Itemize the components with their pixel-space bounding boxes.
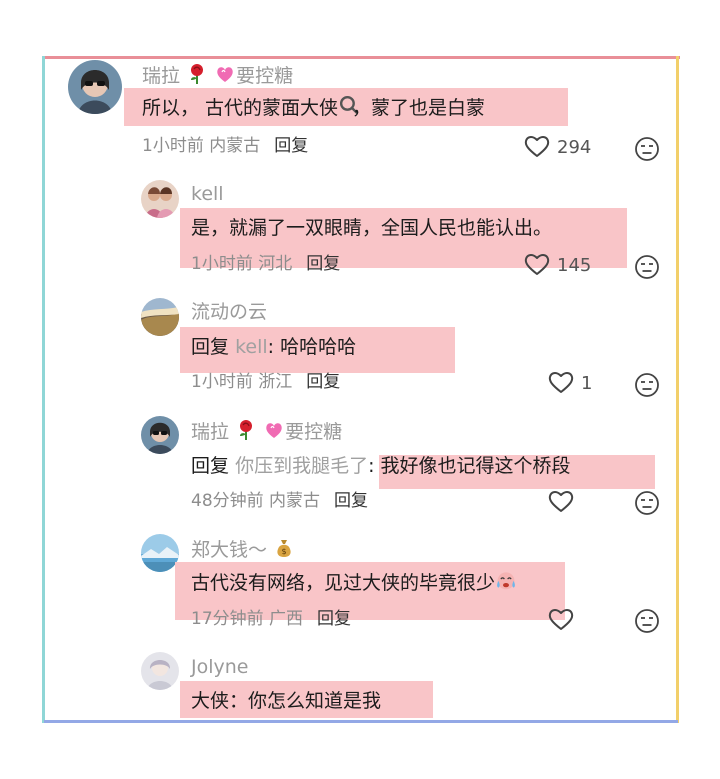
like-button[interactable] — [547, 488, 581, 518]
comment-text: 回复 你压到我腿毛了: 我好像也记得这个桥段 — [191, 455, 571, 477]
comment-time: 1小时前 — [191, 372, 253, 392]
reply-button[interactable]: 回复 — [274, 136, 308, 156]
comment-meta: 1小时前 内蒙古 回复 — [142, 135, 308, 157]
comment-username[interactable]: 瑞拉 要控糖 — [191, 419, 342, 444]
comment-text: 大侠：你怎么知道是我 — [191, 690, 382, 712]
unamused-face-icon — [635, 491, 659, 515]
like-button[interactable]: 145 — [523, 251, 591, 281]
comment-location: 浙江 — [258, 372, 293, 392]
comment-text: 是，就漏了一双眼睛，全国人民也能认出。 — [191, 217, 553, 239]
magnifier-icon — [338, 94, 359, 115]
avatar[interactable] — [141, 534, 179, 572]
unamused-face-icon — [635, 137, 659, 161]
avatar[interactable] — [141, 416, 179, 454]
comment-username[interactable]: 瑞拉 要控糖 — [142, 63, 293, 88]
heart-outline-icon — [547, 606, 575, 636]
comment-meta: 1小时前 河北 回复 — [191, 253, 340, 275]
sparkling-heart-emoji — [263, 419, 285, 441]
sparkling-heart-emoji — [214, 63, 236, 85]
comment-username[interactable]: 流动の云 — [191, 300, 267, 324]
comment-text: 回复 kell: 哈哈哈哈 — [191, 336, 357, 358]
comment-location: 河北 — [258, 254, 293, 274]
comment-location: 内蒙古 — [269, 491, 321, 511]
reply-target[interactable]: kell — [235, 336, 268, 358]
dislike-button[interactable] — [634, 490, 660, 516]
like-button[interactable]: 294 — [523, 133, 591, 163]
comment-text: 所以， 古代的蒙面大侠 ，蒙了也是白蒙 — [142, 94, 485, 122]
rose-emoji — [235, 419, 257, 441]
comment-text: 古代没有网络，见过大侠的毕竟很少 — [191, 569, 521, 597]
frame-top-border — [44, 56, 680, 59]
comment-location: 广西 — [269, 609, 304, 629]
avatar[interactable] — [68, 60, 122, 114]
reply-button[interactable]: 回复 — [306, 254, 340, 274]
unamused-face-icon — [635, 609, 659, 633]
frame-left-border — [42, 56, 45, 723]
comment-meta: 48分钟前 内蒙古 回复 — [191, 490, 368, 512]
comment-time: 17分钟前 — [191, 609, 264, 629]
heart-outline-icon — [523, 251, 551, 281]
unamused-face-icon — [635, 255, 659, 279]
comment-username[interactable]: kell — [191, 182, 224, 206]
reply-button[interactable]: 回复 — [306, 372, 340, 392]
frame-bottom-border — [44, 720, 678, 723]
money-bag-emoji: $ — [273, 537, 295, 559]
frame-right-border — [676, 56, 679, 723]
heart-outline-icon — [547, 369, 575, 399]
avatar[interactable] — [141, 652, 179, 690]
svg-text:$: $ — [282, 547, 287, 556]
comment-time: 1小时前 — [142, 136, 204, 156]
avatar[interactable] — [141, 180, 179, 218]
comment-time: 1小时前 — [191, 254, 253, 274]
like-count: 1 — [581, 373, 593, 394]
heart-outline-icon — [523, 133, 551, 163]
crying-face-emoji — [495, 569, 521, 595]
like-button[interactable] — [547, 606, 581, 636]
comment-time: 48分钟前 — [191, 491, 264, 511]
dislike-button[interactable] — [634, 372, 660, 398]
dislike-button[interactable] — [634, 254, 660, 280]
comment-meta: 1小时前 浙江 回复 — [191, 371, 340, 393]
dislike-button[interactable] — [634, 136, 660, 162]
comment-meta: 17分钟前 广西 回复 — [191, 608, 351, 630]
reply-button[interactable]: 回复 — [317, 609, 351, 629]
unamused-face-icon — [635, 373, 659, 397]
like-count: 145 — [557, 255, 592, 276]
comment-username[interactable]: 郑大钱～ $ — [191, 537, 295, 562]
dislike-button[interactable] — [634, 608, 660, 634]
comment-username[interactable]: Jolyne — [191, 655, 248, 679]
rose-emoji — [186, 63, 208, 85]
heart-outline-icon — [547, 488, 575, 518]
like-count: 294 — [557, 137, 592, 158]
comment-location: 内蒙古 — [209, 136, 261, 156]
avatar[interactable] — [141, 298, 179, 336]
reply-target[interactable]: 你压到我腿毛了 — [235, 455, 368, 477]
like-button[interactable]: 1 — [547, 369, 592, 399]
reply-button[interactable]: 回复 — [334, 491, 368, 511]
